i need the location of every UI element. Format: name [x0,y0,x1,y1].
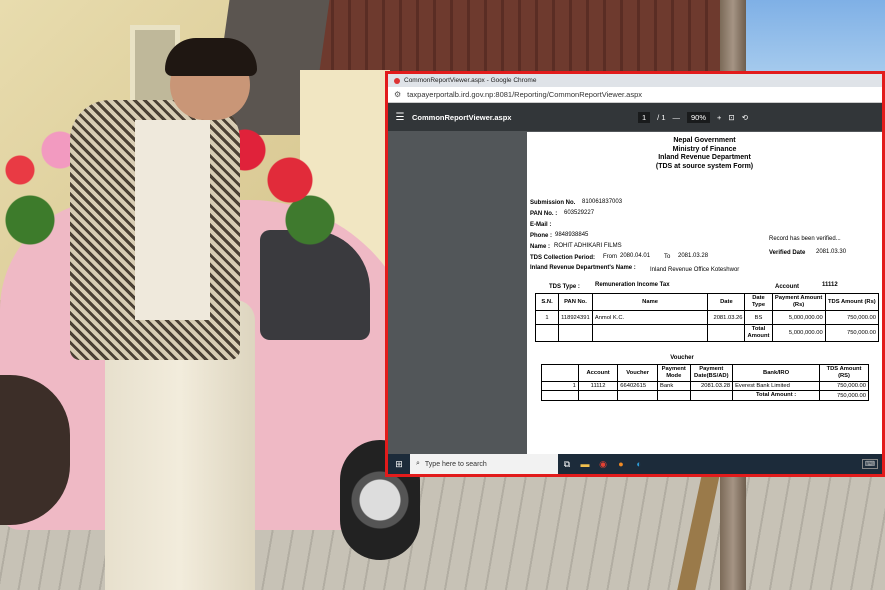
address-bar[interactable]: ⚙ taxpayerportalb.ird.gov.np:8081/Report… [388,87,882,103]
header-line-2: Ministry of Finance [672,145,737,153]
pan-label: PAN No. : [530,211,558,217]
col-payment-mode: Payment Mode [657,364,691,382]
pan-value: 603529227 [564,210,595,216]
report-page: Nepal Government Ministry of Finance Inl… [527,132,882,457]
col-date: Date [707,293,746,311]
col-date-type: Date Type [744,293,773,311]
windows-start-icon[interactable]: ⊞ [388,459,410,470]
col-sn: S.N. [534,293,560,311]
account-value: 11112 [822,282,838,288]
voucher-title: Voucher [670,355,694,361]
period-to-value: 2081.03.28 [678,253,709,259]
col-pan: PAN No. [558,293,593,311]
table-row: 1 11112 66402615 Bank 2081.03.28 Everest… [541,381,869,391]
office-label: Inland Revenue Department's Name : [530,265,636,271]
zoom-out-button[interactable]: — [673,113,681,122]
col-tds: TDS Amount (Rs) [824,293,880,311]
rotate-icon[interactable]: ⟲ [742,113,748,122]
submission-value: 810061837003 [582,199,623,205]
period-from-value: 2080.04.01 [620,253,651,259]
tds-type-value: Remuneration Income Tax [595,282,670,288]
total-row: Total Amount 5,000,000.00 750,000.00 [534,324,880,342]
edge-icon[interactable]: ◐ [630,459,648,469]
email-label: E-Mail : [530,222,552,228]
zoom-in-button[interactable]: + [717,113,721,122]
menu-icon[interactable]: ☰ [388,112,412,123]
search-placeholder[interactable]: Type here to search [425,461,487,468]
header-line-3: Inland Revenue Department [658,154,751,161]
keyboard-icon[interactable]: ⌨ [861,459,878,469]
name-value: ROHIT ADHIKARI FILMS [554,243,622,249]
url-text[interactable]: taxpayerportalb.ird.gov.np:8081/Reportin… [407,90,642,99]
zoom-level-input[interactable]: 90% [687,111,711,123]
phone-value: 9848938845 [555,232,589,238]
windows-taskbar: ⊞ ⌕ Type here to search ⧉ ▬ ◉ ● ◐ ⌨ [388,454,882,474]
col-payment-date: Payment Date(BS/AD) [689,364,734,382]
col-tds-amount: TDS Amount (RS) [819,364,869,382]
page-total: / 1 [657,112,666,122]
account-label: Account [775,284,799,290]
task-view-icon[interactable]: ⧉ [558,459,576,470]
window-titlebar: CommonReportViewer.aspx - Google Chrome [388,74,882,87]
office-value: Inland Revenue Office Koteshwor [650,267,740,273]
voucher-table: Account Voucher Payment Mode Payment Dat… [541,364,869,401]
firefox-icon[interactable]: ● [612,459,630,469]
voucher-total-label: Total Amount : [732,390,821,401]
submission-label: Submission No. [530,200,576,206]
total-row: Total Amount : 750,000.00 [541,390,869,401]
browser-screenshot: CommonReportViewer.aspx - Google Chrome … [385,71,885,477]
taskbar-search[interactable]: ⌕ Type here to search [410,454,558,474]
period-from-label: From [603,254,617,260]
period-label: TDS Collection Period: [530,255,596,261]
header-line-4: (TDS at source system Form) [655,162,754,170]
verified-date-label: Verified Date [769,250,806,256]
file-explorer-icon[interactable]: ▬ [576,459,594,469]
period-to-label: To [664,254,671,260]
chrome-icon[interactable]: ◉ [594,459,612,470]
chrome-favicon-icon [394,77,400,84]
verified-note: Record has been verified... [769,236,841,242]
col-bank: Bank/IRO [732,364,821,382]
col-voucher: Voucher [617,364,658,382]
phone-label: Phone : [530,233,552,239]
total-label: Total Amount [744,324,773,342]
col-payment: Payment Amount (Rs) [771,293,826,311]
pdf-title: CommonReportViewer.aspx [412,112,512,122]
page-number-input[interactable]: 1 [638,111,651,123]
window-title: CommonReportViewer.aspx - Google Chrome [404,77,537,84]
tds-type-label: TDS Type : [549,284,580,290]
col-name: Name [591,293,709,311]
search-icon: ⌕ [416,460,420,467]
table-row: 1 118924391 Anmol K.C. 2081.03.26 BS 5,0… [534,310,880,325]
fit-page-icon[interactable]: ⊡ [728,113,734,122]
verified-date-value: 2081.03.30 [816,249,847,255]
name-label: Name : [530,244,551,250]
col-account: Account [577,364,619,382]
pdf-viewer: Nepal Government Ministry of Finance Inl… [388,131,882,457]
tds-table: S.N. PAN No. Name Date Date Type Payment… [534,293,880,342]
header-line-1: Nepal Government [673,137,736,144]
pdf-toolbar: ☰ CommonReportViewer.aspx 1 / 1 — 90% + … [388,103,882,131]
site-settings-icon[interactable]: ⚙ [394,90,401,99]
